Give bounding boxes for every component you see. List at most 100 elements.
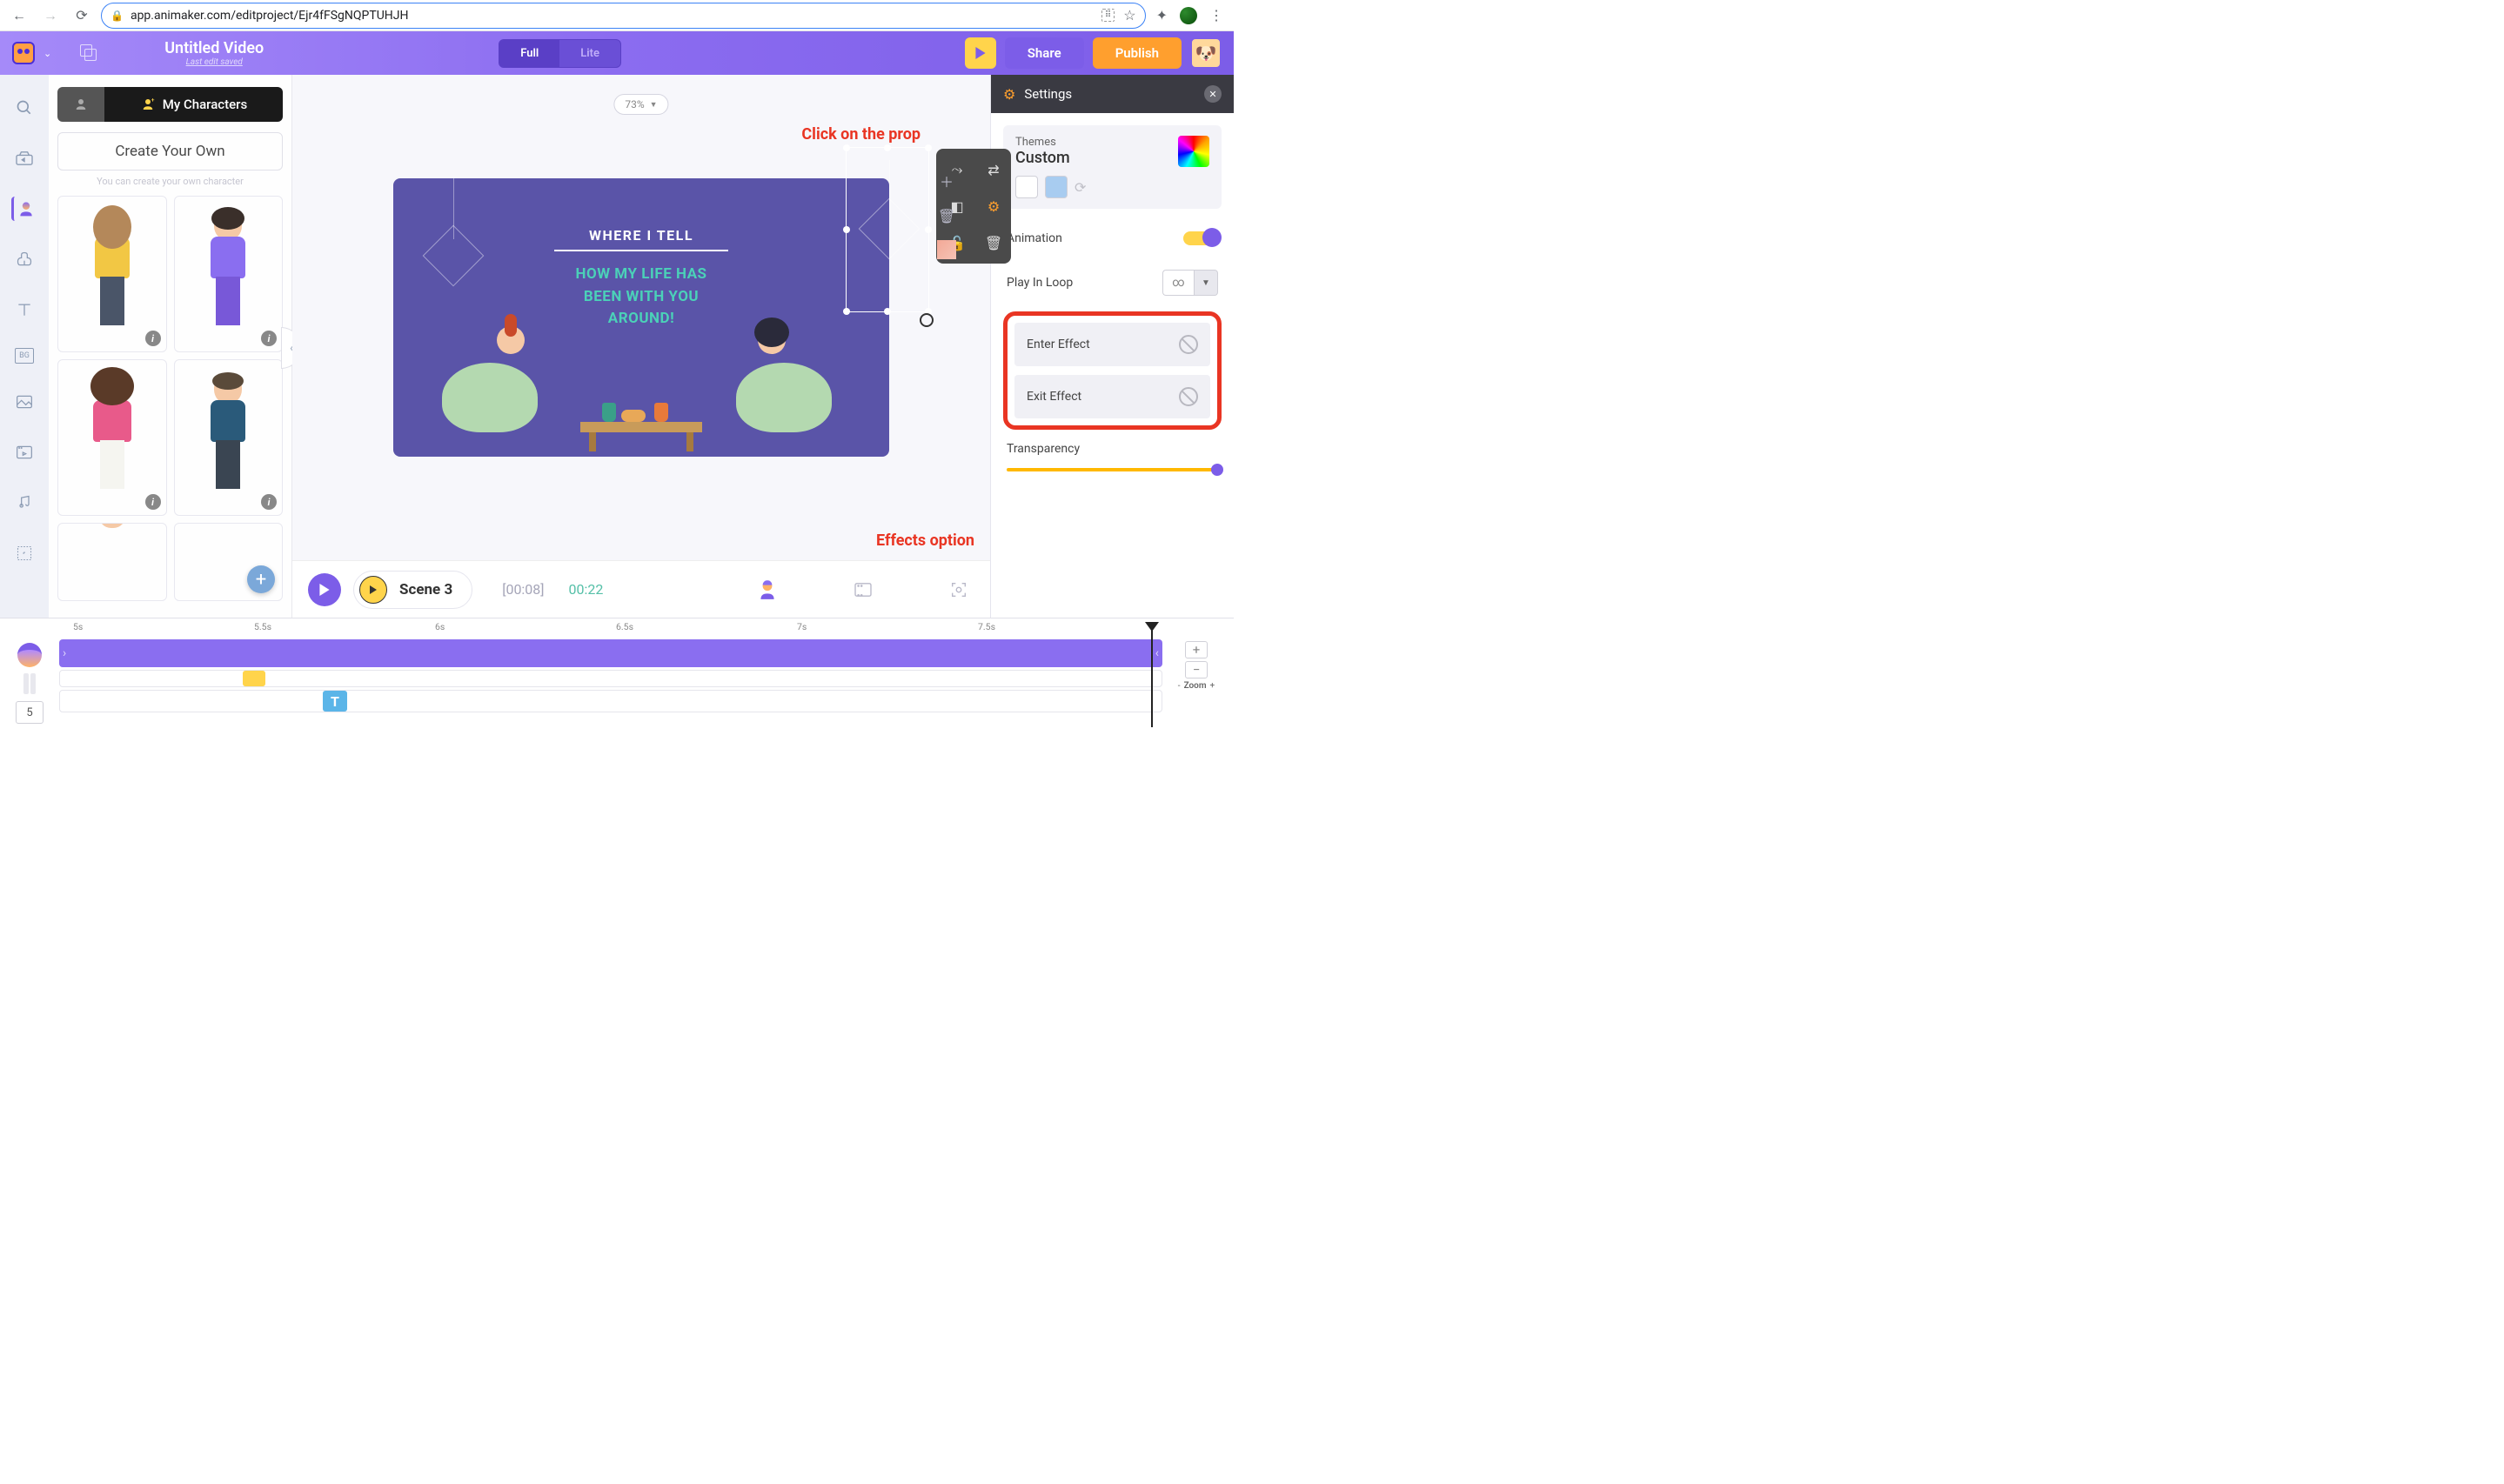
search-icon[interactable]: [12, 96, 37, 120]
scene-bar: Scene 3 [00:08] 00:22: [292, 560, 990, 618]
gear-icon: ⚙: [1003, 86, 1015, 103]
project-title-block[interactable]: Untitled Video Last edit saved: [164, 39, 264, 67]
main-area: BG + My Characters Create Your Own You c…: [0, 75, 1234, 618]
translate-icon[interactable]: ⠿: [1101, 9, 1115, 22]
library-icon[interactable]: [12, 146, 37, 170]
forward-button[interactable]: →: [38, 3, 63, 28]
effects-icon[interactable]: [12, 541, 37, 565]
track-avatar-icon[interactable]: [17, 643, 42, 667]
profile-avatar[interactable]: [1180, 7, 1197, 24]
character-card[interactable]: [57, 523, 167, 601]
url-text: app.animaker.com/editproject/Ejr4fFSgNQP…: [131, 9, 1095, 23]
scene-track[interactable]: › ‹: [59, 639, 1162, 667]
address-bar[interactable]: 🔒 app.animaker.com/editproject/Ejr4fFSgN…: [101, 3, 1146, 29]
timing-handle[interactable]: [920, 313, 934, 327]
exit-effect-row[interactable]: Exit Effect: [1014, 375, 1210, 418]
publish-button[interactable]: Publish: [1093, 37, 1182, 69]
editor-mode-toggle: Full Lite: [499, 39, 621, 68]
play-all-button[interactable]: [308, 573, 341, 606]
transparency-slider[interactable]: [1007, 468, 1218, 471]
refresh-theme-icon[interactable]: ⟳: [1075, 179, 1086, 196]
scene-selector[interactable]: Scene 3: [353, 571, 472, 609]
track-left-arrow[interactable]: ›: [63, 646, 66, 660]
star-icon[interactable]: ☆: [1123, 7, 1135, 23]
info-icon[interactable]: i: [145, 331, 161, 346]
clip-track-2[interactable]: T: [59, 690, 1162, 712]
user-avatar[interactable]: 🐶: [1190, 37, 1222, 69]
info-icon[interactable]: i: [261, 494, 277, 510]
timeline: 5s 5.5s 6s 6.5s 7s 7.5s 5 › ‹ T + −: [0, 618, 1234, 731]
character-card[interactable]: +: [174, 523, 284, 601]
background-icon[interactable]: BG: [15, 348, 34, 364]
mode-full[interactable]: Full: [499, 40, 559, 67]
text-icon[interactable]: [12, 297, 37, 322]
image-icon[interactable]: [12, 390, 37, 414]
theme-color-picker[interactable]: [1178, 136, 1209, 167]
theme-swatch-blue[interactable]: [1045, 176, 1068, 198]
app-header: ⌄ Untitled Video Last edit saved Full Li…: [0, 31, 1234, 75]
loop-dropdown[interactable]: ▼: [1194, 270, 1218, 296]
delete-icon[interactable]: 🗑: [980, 229, 1008, 257]
color-swatch[interactable]: [937, 240, 956, 259]
close-settings-button[interactable]: ✕: [1204, 85, 1222, 103]
extensions-icon[interactable]: ✦: [1156, 7, 1168, 23]
canvas-stage[interactable]: WHERE I TELL HOW MY LIFE HAS BEEN WITH Y…: [393, 178, 889, 457]
stage-heading: WHERE I TELL: [589, 227, 693, 244]
menu-icon[interactable]: ⋮: [1209, 7, 1223, 23]
character-tabs: + My Characters: [57, 87, 283, 122]
info-icon[interactable]: i: [261, 331, 277, 346]
all-characters-tab[interactable]: [57, 87, 104, 122]
character-card[interactable]: i: [174, 359, 284, 516]
characters-icon[interactable]: [11, 197, 36, 221]
effects-highlight-box: Enter Effect Exit Effect: [1003, 311, 1222, 430]
mode-lite[interactable]: Lite: [559, 40, 620, 67]
trash-icon[interactable]: 🗑: [936, 205, 957, 226]
theme-swatch-white[interactable]: [1015, 176, 1038, 198]
app-logo[interactable]: [12, 42, 35, 64]
back-button[interactable]: ←: [7, 3, 31, 28]
create-your-own-subtitle: You can create your own character: [57, 176, 283, 187]
reload-button[interactable]: ⟳: [70, 3, 94, 28]
character-card[interactable]: i: [174, 196, 284, 352]
info-icon[interactable]: i: [145, 494, 161, 510]
stage-divider: [554, 250, 728, 251]
camera-focus-icon[interactable]: [943, 574, 974, 605]
swap-icon[interactable]: ⇄: [980, 156, 1008, 184]
stage-subheading: HOW MY LIFE HAS BEEN WITH YOU AROUND!: [575, 264, 706, 331]
animation-toggle[interactable]: [1183, 231, 1218, 245]
elapsed-time: [00:08]: [502, 581, 544, 598]
settings-header: ⚙ Settings ✕: [991, 75, 1234, 113]
character-mini-icon[interactable]: [752, 574, 783, 605]
timeline-zoom-controls: + − - Zoom +: [1166, 639, 1227, 727]
my-characters-tab[interactable]: + My Characters: [104, 87, 283, 122]
lock-icon: 🔒: [110, 10, 124, 22]
scene-grid-icon[interactable]: [847, 574, 879, 605]
add-character-button[interactable]: +: [247, 565, 275, 593]
playhead[interactable]: [1151, 624, 1153, 727]
settings-gear-icon[interactable]: ⚙: [980, 192, 1008, 220]
text-clip[interactable]: T: [323, 691, 347, 712]
duplicate-icon[interactable]: [77, 44, 95, 62]
clip-track-1[interactable]: [59, 670, 1162, 687]
canvas-area: 73% ▼ Click on the prop WHERE I TELL HOW…: [292, 75, 990, 618]
transparency-label: Transparency: [1007, 442, 1218, 456]
play-scene-button[interactable]: [359, 576, 387, 604]
video-icon[interactable]: [12, 440, 37, 465]
props-icon[interactable]: [12, 247, 37, 271]
logo-chevron-icon[interactable]: ⌄: [44, 48, 51, 59]
loop-icon[interactable]: ∞: [1162, 270, 1194, 296]
zoom-in-button[interactable]: +: [1185, 641, 1208, 658]
selection-box[interactable]: [846, 147, 929, 312]
character-panel: + My Characters Create Your Own You can …: [49, 75, 292, 618]
create-your-own-button[interactable]: Create Your Own: [57, 132, 283, 170]
frame-number[interactable]: 5: [16, 701, 44, 724]
character-card[interactable]: i: [57, 196, 167, 352]
track-right-arrow[interactable]: ‹: [1155, 646, 1159, 660]
music-icon[interactable]: [12, 491, 37, 515]
preview-button[interactable]: [965, 37, 996, 69]
add-icon[interactable]: ＋: [936, 170, 957, 191]
zoom-out-button[interactable]: −: [1185, 661, 1208, 678]
share-button[interactable]: Share: [1005, 37, 1084, 69]
enter-effect-row[interactable]: Enter Effect: [1014, 323, 1210, 366]
character-card[interactable]: i: [57, 359, 167, 516]
